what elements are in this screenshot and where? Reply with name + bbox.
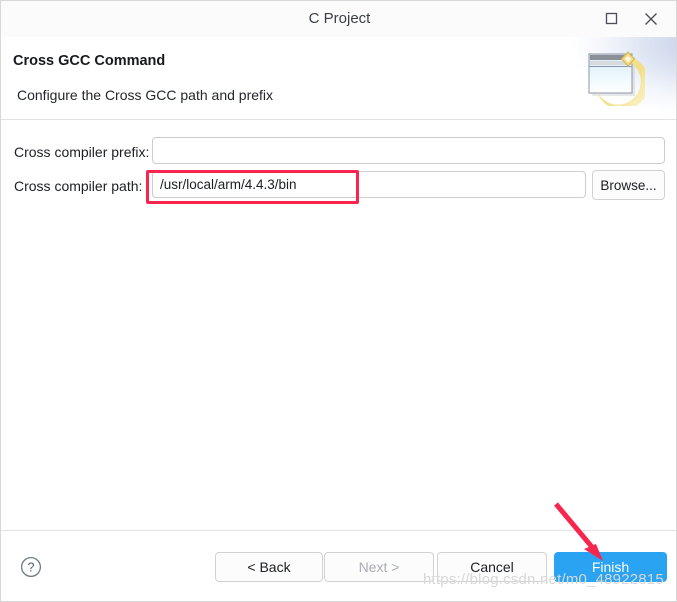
browse-button[interactable]: Browse... — [592, 170, 665, 200]
wizard-content-area: Cross compiler prefix: Cross compiler pa… — [1, 120, 676, 530]
next-button[interactable]: Next > — [324, 552, 434, 582]
wizard-footer: ? < Back Next > Cancel Finish — [1, 531, 676, 601]
close-icon[interactable] — [638, 7, 664, 31]
cross-compiler-prefix-input[interactable] — [152, 137, 665, 164]
c-project-wizard-dialog: C Project Cross GCC Command Configure th… — [0, 0, 677, 602]
cross-compiler-prefix-label: Cross compiler prefix: — [14, 144, 150, 160]
cross-compiler-prefix-row: Cross compiler prefix: — [1, 137, 676, 167]
title-bar: C Project — [1, 1, 676, 37]
cancel-button[interactable]: Cancel — [437, 552, 547, 582]
page-subtitle: Configure the Cross GCC path and prefix — [17, 87, 274, 103]
wizard-window-sparkle-icon — [583, 48, 650, 110]
window-title: C Project — [308, 10, 371, 27]
cross-compiler-path-label: Cross compiler path: — [14, 178, 143, 194]
finish-button[interactable]: Finish — [554, 552, 667, 582]
maximize-icon[interactable] — [598, 7, 624, 31]
wizard-banner: Cross GCC Command Configure the Cross GC… — [1, 37, 676, 119]
page-title: Cross GCC Command — [13, 53, 166, 69]
help-question-icon[interactable]: ? — [20, 556, 42, 578]
back-button[interactable]: < Back — [215, 552, 323, 582]
cross-compiler-path-row: Cross compiler path: Browse... — [1, 170, 676, 201]
svg-text:?: ? — [28, 561, 35, 575]
cross-compiler-path-input[interactable] — [152, 171, 586, 198]
